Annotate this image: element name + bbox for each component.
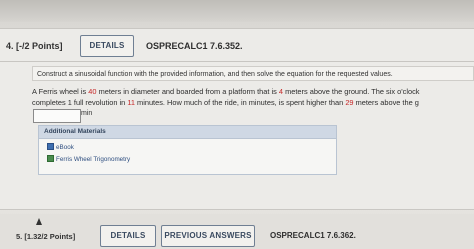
mouse-cursor-icon — [36, 218, 42, 225]
height-threshold-value: 29 — [345, 98, 354, 107]
header-divider — [0, 61, 474, 62]
question-code: OSPRECALC1 7.6.352. — [146, 41, 243, 51]
ebook-link[interactable]: eBook — [47, 143, 74, 153]
problem-statement: A Ferris wheel is 40 meters in diameter … — [32, 86, 474, 108]
top-strip — [0, 0, 474, 22]
details-button[interactable]: DETAILS — [80, 35, 134, 57]
problem-line-2: completes 1 full revolution in 11 minute… — [32, 98, 419, 107]
answer-unit: min — [81, 110, 93, 117]
tutorial-icon — [47, 155, 54, 162]
instructions-box: Construct a sinusoidal function with the… — [32, 66, 474, 81]
question-number: 4. [-/2 Points] — [6, 41, 63, 51]
next-question-number: 5. [1.32/2 Points] — [16, 232, 76, 241]
materials-title: Additional Materials — [39, 126, 336, 139]
tutorial-link[interactable]: Ferris Wheel Trigonometry — [47, 155, 130, 165]
next-details-button[interactable]: DETAILS — [100, 225, 156, 247]
problem-line-1: A Ferris wheel is 40 meters in diameter … — [32, 87, 420, 96]
diameter-value: 40 — [88, 87, 97, 96]
revolution-minutes-value: 11 — [127, 98, 135, 107]
answer-input[interactable] — [33, 109, 81, 123]
question-header: 4. [-/2 Points] DETAILS OSPRECALC1 7.6.3… — [0, 30, 474, 60]
ebook-icon — [47, 143, 54, 150]
next-question-code: OSPRECALC1 7.6.362. — [270, 231, 356, 240]
previous-answers-button[interactable]: PREVIOUS ANSWERS — [161, 225, 255, 247]
additional-materials-panel: Additional Materials eBook Ferris Wheel … — [38, 125, 337, 175]
